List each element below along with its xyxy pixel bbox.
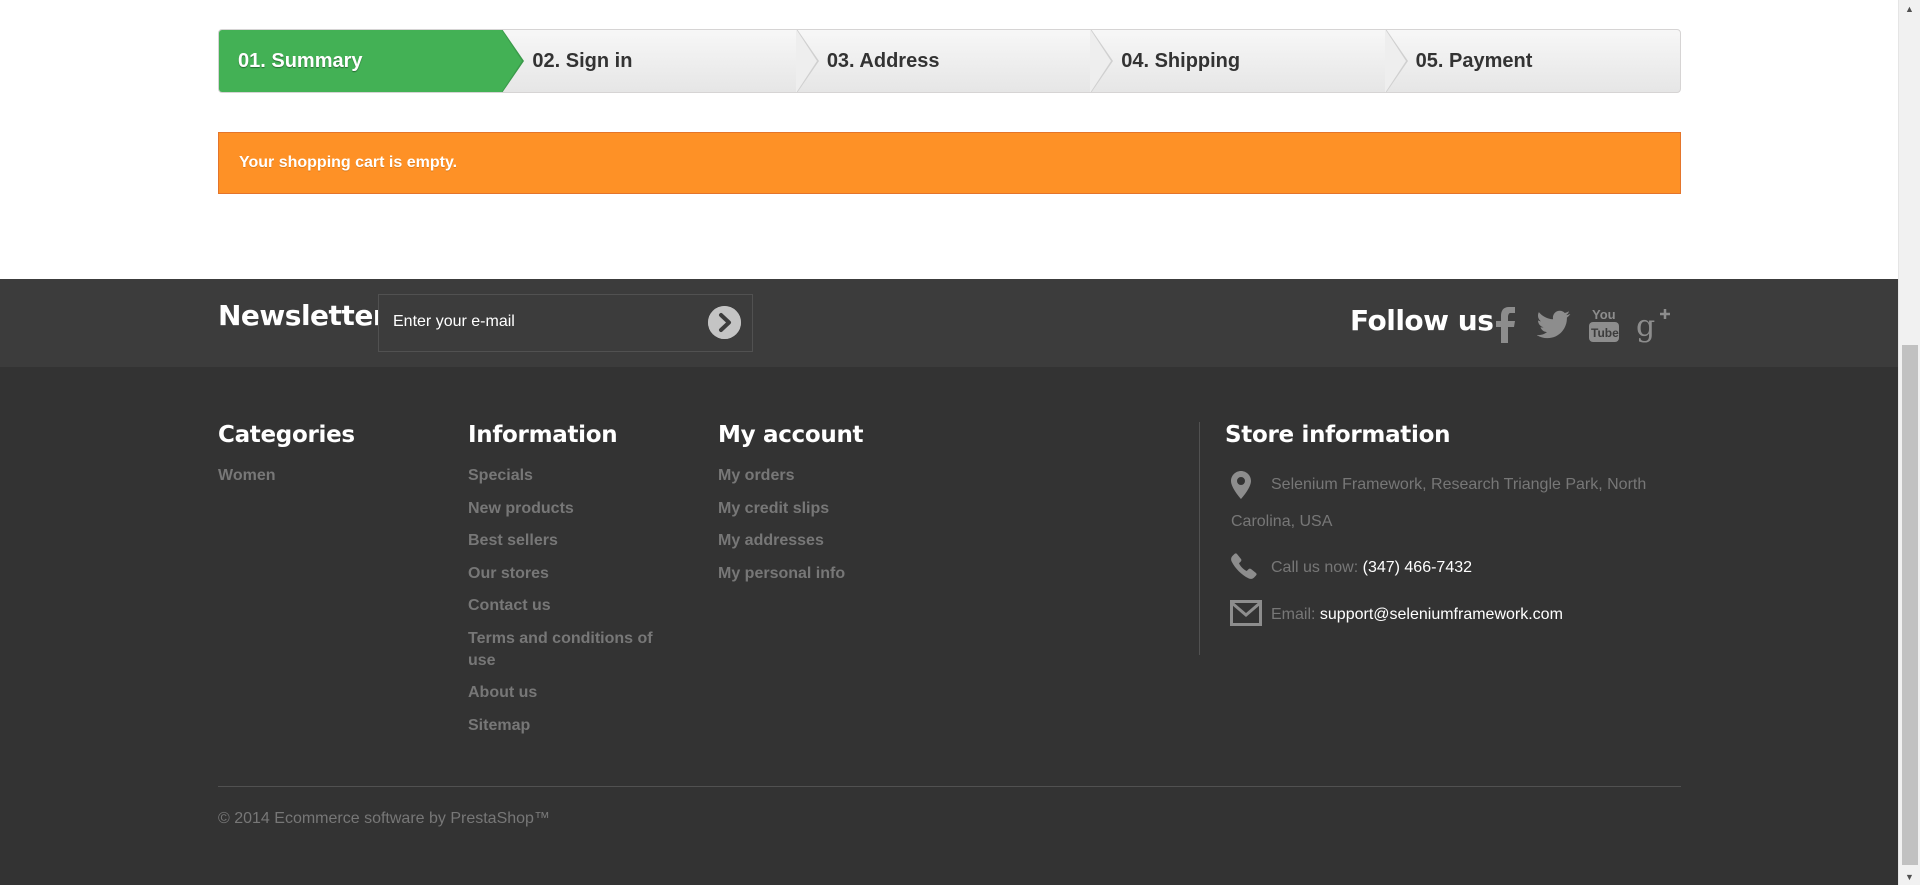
- scroll-down-arrow-icon[interactable]: ▼: [1899, 868, 1920, 885]
- categories-list: Women: [218, 465, 275, 498]
- my-account-title: My account: [718, 422, 864, 448]
- envelope-icon: [1230, 600, 1262, 626]
- info-link-contact-us[interactable]: Contact us: [468, 595, 673, 617]
- footer-top-bar: Newsletter Follow us You: [0, 279, 1898, 367]
- information-list: Specials New products Best sellers Our s…: [468, 465, 673, 747]
- info-link-terms[interactable]: Terms and conditions of use: [468, 628, 673, 672]
- newsletter-form: [378, 294, 753, 352]
- info-link-new-products[interactable]: New products: [468, 498, 673, 520]
- account-link-addresses[interactable]: My addresses: [718, 530, 845, 552]
- footer-divider: [218, 786, 1681, 787]
- info-link-our-stores[interactable]: Our stores: [468, 563, 673, 585]
- scrollbar-thumb[interactable]: [1902, 345, 1918, 865]
- chevron-right-icon: [708, 306, 741, 339]
- account-link-orders[interactable]: My orders: [718, 465, 845, 487]
- google-plus-icon[interactable]: g: [1634, 303, 1674, 347]
- step-address[interactable]: 03. Address: [797, 30, 1114, 92]
- my-account-list: My orders My credit slips My addresses M…: [718, 465, 845, 595]
- main-content: 01. Summary 02. Sign in 03. Address 04. …: [0, 0, 1898, 279]
- newsletter-submit-button[interactable]: [708, 306, 741, 339]
- svg-text:g: g: [1636, 309, 1655, 344]
- store-email-link[interactable]: support@seleniumframework.com: [1320, 606, 1563, 623]
- svg-text:Tube: Tube: [1591, 326, 1619, 340]
- store-address-line1: Selenium Framework, Research Triangle Pa…: [1271, 476, 1647, 493]
- page: 01. Summary 02. Sign in 03. Address 04. …: [0, 0, 1920, 885]
- facebook-icon[interactable]: [1486, 303, 1526, 347]
- info-link-specials[interactable]: Specials: [468, 465, 673, 487]
- account-link-personal-info[interactable]: My personal info: [718, 563, 845, 585]
- map-marker-icon: [1230, 470, 1252, 500]
- twitter-icon[interactable]: [1534, 303, 1574, 347]
- step-label: 01. Summary: [238, 49, 363, 72]
- step-label: 03. Address: [826, 49, 940, 72]
- newsletter-title: Newsletter: [218, 299, 387, 332]
- youtube-icon[interactable]: You Tube: [1584, 303, 1624, 347]
- checkout-steps: 01. Summary 02. Sign in 03. Address 04. …: [218, 29, 1681, 93]
- information-title: Information: [468, 422, 618, 448]
- scroll-up-arrow-icon[interactable]: ▲: [1899, 0, 1920, 17]
- call-us-label: Call us now:: [1271, 559, 1359, 576]
- store-address-line2: Carolina, USA: [1231, 513, 1333, 530]
- info-link-sitemap[interactable]: Sitemap: [468, 715, 673, 737]
- step-payment[interactable]: 05. Payment: [1386, 30, 1680, 92]
- category-link[interactable]: Women: [218, 465, 275, 487]
- step-shipping[interactable]: 04. Shipping: [1091, 30, 1409, 92]
- store-phone-row: Call us now: (347) 466-7432: [1271, 559, 1472, 577]
- alert-text: Your shopping cart is empty.: [239, 154, 458, 171]
- account-link-credit-slips[interactable]: My credit slips: [718, 498, 845, 520]
- info-link-best-sellers[interactable]: Best sellers: [468, 530, 673, 552]
- info-link-about-us[interactable]: About us: [468, 682, 673, 704]
- step-label: 02. Sign in: [532, 49, 633, 72]
- vertical-scrollbar[interactable]: ▲ ▼: [1898, 0, 1920, 885]
- categories-title: Categories: [218, 422, 355, 448]
- step-label: 05. Payment: [1415, 49, 1533, 72]
- phone-icon: [1230, 552, 1258, 580]
- store-divider: [1199, 422, 1200, 655]
- store-information-title: Store information: [1225, 422, 1451, 448]
- store-phone-number: (347) 466-7432: [1362, 559, 1473, 576]
- footer: Newsletter Follow us You: [0, 279, 1898, 885]
- follow-us-title: Follow us: [1350, 304, 1494, 337]
- step-summary[interactable]: 01. Summary: [219, 30, 525, 92]
- step-sign-in[interactable]: 02. Sign in: [502, 30, 820, 92]
- copyright-text: © 2014 Ecommerce software by PrestaShop™: [218, 810, 550, 827]
- step-label: 04. Shipping: [1121, 49, 1241, 72]
- email-label: Email:: [1271, 606, 1316, 623]
- newsletter-email-input[interactable]: [393, 313, 683, 331]
- empty-cart-alert: Your shopping cart is empty.: [218, 132, 1681, 194]
- store-email-row: Email: support@seleniumframework.com: [1271, 606, 1563, 624]
- svg-text:You: You: [1592, 307, 1616, 322]
